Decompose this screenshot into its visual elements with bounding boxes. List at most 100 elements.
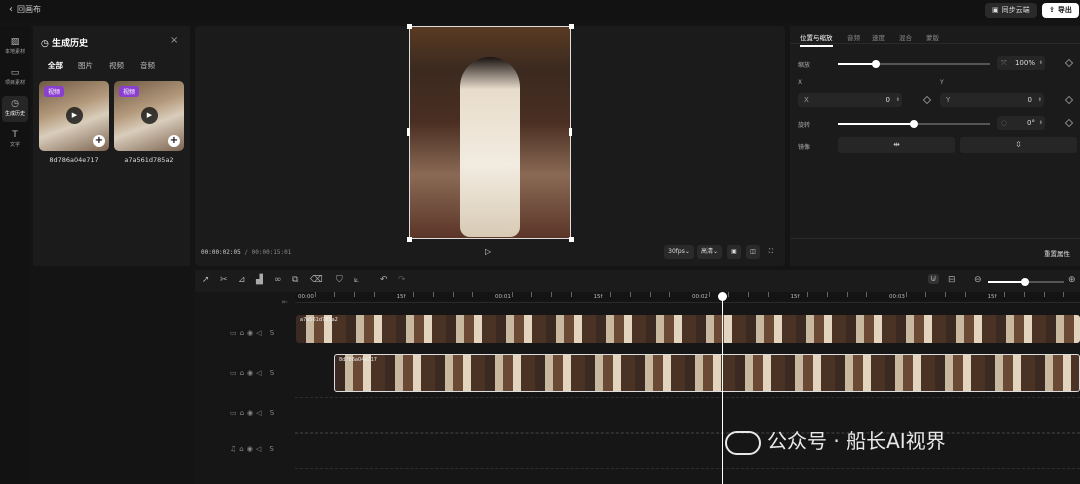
playhead-knob[interactable] [718, 292, 727, 301]
nav-label: 生成历史 [4, 111, 25, 117]
collapse-icon[interactable]: ⇤ [282, 298, 288, 306]
x-field[interactable]: X 0 ⬍ [798, 93, 902, 107]
left-nav: ▨ 本地素材 ▭ 项目素材 ◷ 生成历史 T 文字 [0, 26, 30, 484]
add-icon[interactable]: + [93, 135, 105, 147]
playhead[interactable] [722, 292, 723, 484]
resize-handle[interactable] [569, 128, 572, 136]
stepper-icon[interactable]: ⬍ [1039, 56, 1043, 70]
tab-position-scale[interactable]: 位置与缩放 [800, 32, 833, 47]
align-icon[interactable]: ⊿ [238, 275, 246, 285]
track-controls[interactable]: ▭⌂◉◁ S [230, 369, 277, 377]
preview-canvas[interactable] [409, 26, 571, 239]
resize-handle[interactable] [569, 24, 574, 29]
quality-select[interactable]: 高清⌄ [697, 245, 722, 259]
preview-axis-icon[interactable]: ⊟ [948, 275, 956, 285]
undo-icon[interactable]: ↶ [380, 275, 388, 285]
magnet-icon[interactable]: ⊍ [928, 274, 939, 284]
slider-knob[interactable] [910, 120, 918, 128]
history-icon: ◷ [41, 39, 52, 49]
close-icon[interactable]: × [170, 35, 178, 46]
nav-generation-history[interactable]: ◷ 生成历史 [2, 96, 28, 122]
sync-cloud-button[interactable]: ▣ 同步云端 [985, 3, 1037, 18]
history-card[interactable]: 视频 ▶ + [39, 81, 109, 151]
time-ruler: 00:00 15f 00:01 15f 00:02 15f 00:03 15f [295, 292, 1080, 303]
add-icon[interactable]: + [168, 135, 180, 147]
nav-text[interactable]: T 文字 [0, 127, 30, 153]
redo-icon[interactable]: ↷ [398, 275, 406, 285]
keyframe-icon[interactable] [1064, 118, 1074, 128]
ratio-icon[interactable]: ▣ [727, 245, 741, 259]
split-icon[interactable]: ✂ [220, 275, 228, 285]
scale-slider[interactable] [838, 60, 990, 68]
keyframe-icon[interactable] [1064, 95, 1074, 105]
shield-icon[interactable]: ⛉ [336, 275, 343, 285]
snapshot-icon[interactable]: ◫ [746, 245, 760, 259]
select-icon[interactable]: ➚ [202, 275, 210, 285]
video-clip[interactable]: a7a561d785a2 [296, 315, 1080, 343]
video-frame-figure [460, 57, 520, 237]
copy-icon[interactable]: ⧉ [292, 275, 298, 285]
slider-knob[interactable] [1021, 278, 1029, 286]
resize-handle[interactable] [569, 237, 574, 242]
tab-blend[interactable]: 混合 [899, 32, 912, 42]
history-icon: ◷ [11, 99, 19, 109]
nav-local-assets[interactable]: ▨ 本地素材 [0, 34, 30, 60]
zoom-in-icon[interactable]: ⊕ [1068, 275, 1076, 285]
text-icon: T [12, 130, 18, 140]
tab-speed[interactable]: 速度 [872, 32, 885, 42]
slider-knob[interactable] [872, 60, 880, 68]
tab-all[interactable]: 全部 [48, 60, 63, 71]
stepper-icon[interactable]: ⬍ [896, 93, 900, 107]
empty-track[interactable] [295, 397, 1080, 433]
tab-videos[interactable]: 视频 [109, 60, 124, 71]
fps-select[interactable]: 30fps⌄ [664, 245, 694, 259]
link-icon[interactable]: ∞ [274, 275, 282, 285]
scale-unit: % [1028, 59, 1035, 67]
track-controls[interactable]: ▭⌂◉◁ S [230, 409, 277, 417]
keyframe-icon[interactable] [1064, 58, 1074, 68]
zoom-out-icon[interactable]: ⊖ [974, 275, 982, 285]
export-button[interactable]: ⇪ 导出 [1042, 3, 1079, 18]
play-icon[interactable]: ▶ [141, 107, 158, 124]
back-button[interactable]: ‹ 回画布 [9, 4, 41, 15]
rotate-field[interactable]: ◌ 0° ⬍ [997, 116, 1045, 130]
ruler-tick [807, 292, 809, 297]
nav-project-assets[interactable]: ▭ 项目素材 [0, 65, 30, 91]
video-clip[interactable]: 8d786a04e717 [334, 354, 1080, 392]
keyframe-icon[interactable] [922, 95, 932, 105]
history-card[interactable]: 视频 ▶ + [114, 81, 184, 151]
track-controls[interactable]: ▭⌂◉◁ S [230, 329, 277, 337]
resize-handle[interactable] [407, 237, 412, 242]
reset-properties-button[interactable]: 重置属性 [1044, 248, 1070, 258]
tab-audio-props[interactable]: 音频 [847, 32, 860, 42]
resize-handle[interactable] [407, 128, 410, 136]
stepper-icon[interactable]: ⬍ [1039, 116, 1043, 130]
delete-icon[interactable]: ⌫ [310, 275, 323, 285]
play-icon[interactable]: ▷ [485, 247, 491, 256]
track-controls[interactable]: ♫⌂◉◁ S [230, 445, 277, 453]
empty-track[interactable] [295, 433, 1080, 469]
ruler-tick [551, 292, 553, 297]
tab-mask[interactable]: 蒙版 [926, 32, 939, 42]
rotate-slider[interactable] [838, 120, 990, 128]
tab-images[interactable]: 图片 [78, 60, 93, 71]
resize-handle[interactable] [407, 24, 412, 29]
x-field-label: X [804, 96, 809, 104]
y-field[interactable]: Y 0 ⬍ [940, 93, 1044, 107]
ruler-tick [1023, 292, 1025, 297]
flip-vertical-button[interactable]: ⇳ [960, 137, 1077, 153]
scale-field[interactable]: ⤧ 100% ⬍ [997, 56, 1045, 70]
zoom-slider[interactable] [988, 278, 1064, 286]
ruler-tick [767, 292, 769, 297]
play-icon[interactable]: ▶ [66, 107, 83, 124]
stepper-icon[interactable]: ⬍ [1038, 93, 1042, 107]
volume-icon[interactable]: ▟ [256, 275, 263, 285]
chart-icon[interactable]: ⟀ [354, 275, 359, 285]
ruler-tick [708, 292, 710, 297]
panel-title: ◷ 生成历史 [41, 36, 88, 49]
flip-horizontal-button[interactable]: ⇹ [838, 137, 955, 153]
fullscreen-icon[interactable]: ⛶ [765, 245, 777, 259]
tab-audio[interactable]: 音频 [140, 60, 155, 71]
clip-name: 8d786a04e717 [339, 357, 377, 363]
panel-title-text: 生成历史 [52, 39, 89, 49]
